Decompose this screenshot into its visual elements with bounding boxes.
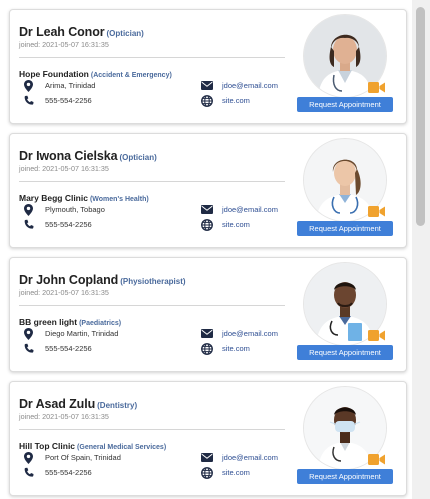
envelope-icon <box>200 203 213 216</box>
phone-info: 555-554-2256 <box>22 218 92 231</box>
map-marker-icon <box>22 327 35 340</box>
doctor-heading: Dr Leah Conor (Optician) <box>19 23 144 41</box>
email-link[interactable]: jdoe@email.com <box>222 329 278 338</box>
doctor-heading: Dr Iwona Cielska (Optician) <box>19 147 157 165</box>
divider <box>19 429 285 430</box>
website-info[interactable]: site.com <box>200 342 250 355</box>
envelope-icon <box>200 79 213 92</box>
phone-text: 555-554-2256 <box>45 96 92 105</box>
divider <box>19 305 285 306</box>
joined-date: joined: 2021-05-07 16:31:35 <box>19 164 109 173</box>
video-camera-icon[interactable] <box>368 329 385 342</box>
website-link[interactable]: site.com <box>222 344 250 353</box>
website-link[interactable]: site.com <box>222 220 250 229</box>
divider <box>19 181 285 182</box>
phone-icon <box>22 94 35 107</box>
doctor-card: Dr Asad Zulu (Dentistry) joined: 2021-05-… <box>9 381 407 496</box>
facility-name[interactable]: Mary Begg Clinic <box>19 193 88 203</box>
email-info[interactable]: jdoe@email.com <box>200 203 278 216</box>
doctor-card: Dr Iwona Cielska (Optician) joined: 2021-… <box>9 133 407 248</box>
phone-info: 555-554-2256 <box>22 342 92 355</box>
doctor-name[interactable]: Dr Asad Zulu <box>19 397 95 411</box>
location-text: Diego Martin, Trinidad <box>45 329 119 338</box>
globe-icon <box>200 94 213 107</box>
email-link[interactable]: jdoe@email.com <box>222 205 278 214</box>
doctor-name[interactable]: Dr John Copland <box>19 273 118 287</box>
location-info: Arima, Trinidad <box>22 79 95 92</box>
facility-name[interactable]: Hope Foundation <box>19 69 89 79</box>
location-info: Plymouth, Tobago <box>22 203 105 216</box>
globe-icon <box>200 342 213 355</box>
email-info[interactable]: jdoe@email.com <box>200 79 278 92</box>
email-info[interactable]: jdoe@email.com <box>200 327 278 340</box>
facility-name[interactable]: Hill Top Clinic <box>19 441 75 451</box>
doctor-specialty: (Optician) <box>106 29 144 38</box>
location-info: Diego Martin, Trinidad <box>22 327 118 340</box>
vertical-scrollbar[interactable] <box>412 0 430 499</box>
doctor-specialty: (Optician) <box>119 153 157 162</box>
globe-icon <box>200 218 213 231</box>
phone-info: 555-554-2256 <box>22 466 92 479</box>
facility-type: (Paediatrics) <box>79 320 122 327</box>
location-text: Arima, Trinidad <box>45 81 96 90</box>
doctor-card: Dr Leah Conor (Optician) joined: 2021-05-… <box>9 9 407 124</box>
map-marker-icon <box>22 203 35 216</box>
envelope-icon <box>200 451 213 464</box>
map-marker-icon <box>22 79 35 92</box>
phone-text: 555-554-2256 <box>45 468 92 477</box>
website-link[interactable]: site.com <box>222 96 250 105</box>
phone-icon <box>22 342 35 355</box>
divider <box>19 57 285 58</box>
globe-icon <box>200 466 213 479</box>
doctor-heading: Dr Asad Zulu (Dentistry) <box>19 395 137 413</box>
facility-type: (Accident & Emergency) <box>90 72 172 79</box>
doctor-specialty: (Physiotherapist) <box>120 277 186 286</box>
phone-icon <box>22 218 35 231</box>
doctor-card: Dr John Copland (Physiotherapist) joined:… <box>9 257 407 372</box>
phone-text: 555-554-2256 <box>45 344 92 353</box>
facility-name[interactable]: BB green light <box>19 317 77 327</box>
doctor-name[interactable]: Dr Leah Conor <box>19 25 105 39</box>
website-info[interactable]: site.com <box>200 218 250 231</box>
phone-icon <box>22 466 35 479</box>
request-appointment-button[interactable]: Request Appointment <box>297 345 393 360</box>
doctor-name[interactable]: Dr Iwona Cielska <box>19 149 118 163</box>
scrollbar-thumb[interactable] <box>416 7 425 226</box>
website-info[interactable]: site.com <box>200 466 250 479</box>
video-camera-icon[interactable] <box>368 205 385 218</box>
envelope-icon <box>200 327 213 340</box>
phone-info: 555-554-2256 <box>22 94 92 107</box>
video-camera-icon[interactable] <box>368 453 385 466</box>
video-camera-icon[interactable] <box>368 81 385 94</box>
request-appointment-button[interactable]: Request Appointment <box>297 221 393 236</box>
doctor-heading: Dr John Copland (Physiotherapist) <box>19 271 186 289</box>
facility-type: (General Medical Services) <box>77 444 167 451</box>
joined-date: joined: 2021-05-07 16:31:35 <box>19 288 109 297</box>
request-appointment-button[interactable]: Request Appointment <box>297 97 393 112</box>
email-info[interactable]: jdoe@email.com <box>200 451 278 464</box>
doctor-specialty: (Dentistry) <box>97 401 138 410</box>
location-text: Plymouth, Tobago <box>45 205 105 214</box>
website-info[interactable]: site.com <box>200 94 250 107</box>
joined-date: joined: 2021-05-07 16:31:35 <box>19 412 109 421</box>
location-text: Port Of Spain, Trinidad <box>45 453 121 462</box>
doctor-list: Dr Leah Conor (Optician) joined: 2021-05-… <box>0 0 412 499</box>
email-link[interactable]: jdoe@email.com <box>222 453 278 462</box>
map-marker-icon <box>22 451 35 464</box>
website-link[interactable]: site.com <box>222 468 250 477</box>
joined-date: joined: 2021-05-07 16:31:35 <box>19 40 109 49</box>
location-info: Port Of Spain, Trinidad <box>22 451 121 464</box>
email-link[interactable]: jdoe@email.com <box>222 81 278 90</box>
facility-type: (Women's Health) <box>89 196 149 203</box>
phone-text: 555-554-2256 <box>45 220 92 229</box>
request-appointment-button[interactable]: Request Appointment <box>297 469 393 484</box>
